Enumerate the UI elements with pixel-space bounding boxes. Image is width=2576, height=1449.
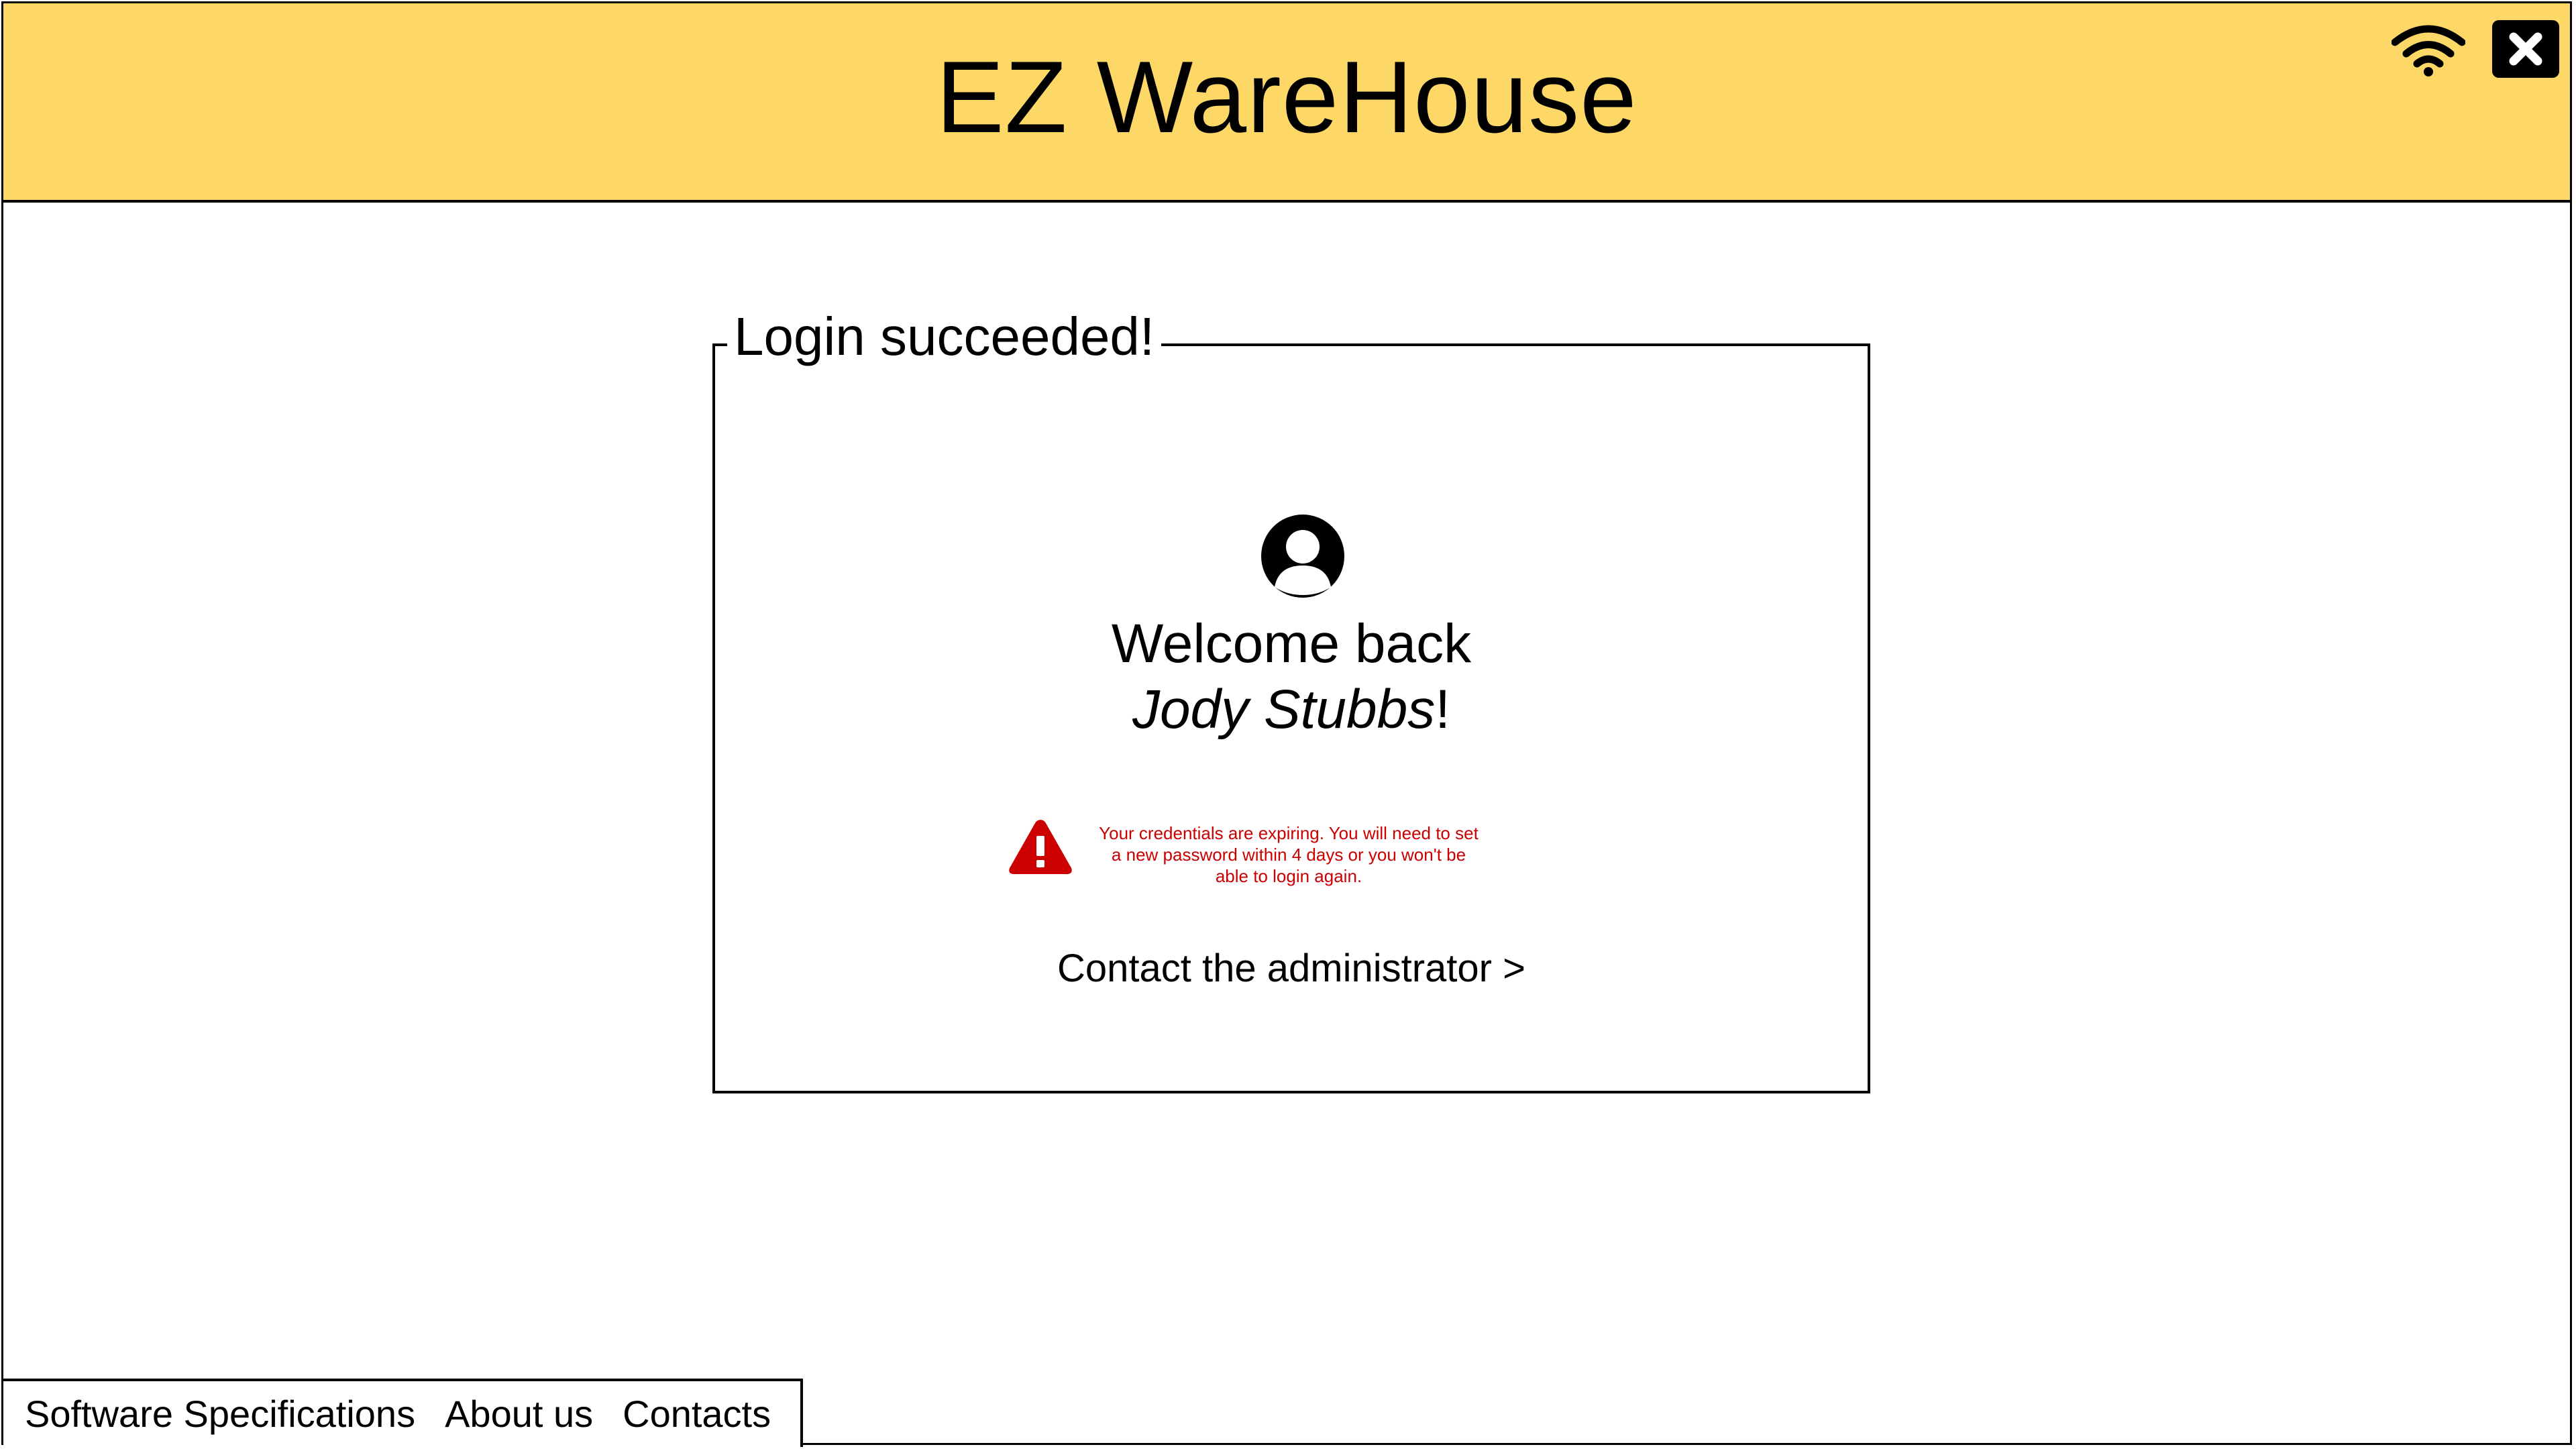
footer-link-contacts[interactable]: Contacts [623, 1392, 771, 1436]
footer-link-about-us[interactable]: About us [445, 1392, 593, 1436]
user-name: Jody Stubbs [1132, 679, 1436, 740]
close-icon [2509, 32, 2542, 66]
footer-nav: Software Specifications About us Contact… [3, 1379, 803, 1447]
user-avatar-icon [1261, 515, 1344, 598]
header-bar: EZ WareHouse [3, 3, 2570, 203]
wifi-icon [2392, 25, 2465, 76]
app-title: EZ WareHouse [936, 40, 1638, 154]
credentials-warning-text: Your credentials are expiring. You will … [1099, 823, 1479, 886]
warning-icon [1009, 820, 1072, 874]
app-window: EZ WareHouse Login succeeded! Welcome ba… [1, 1, 2572, 1447]
panel-title: Login succeeded! [727, 305, 1162, 369]
footer-link-software-specifications[interactable]: Software Specifications [25, 1392, 415, 1436]
welcome-suffix: ! [1435, 679, 1451, 740]
close-button[interactable] [2492, 20, 2559, 78]
contact-administrator-link[interactable]: Contact the administrator > [715, 945, 1868, 992]
login-result-panel: Login succeeded! Welcome back Jody Stubb… [712, 305, 1870, 1093]
welcome-text: Welcome back [1111, 613, 1472, 674]
welcome-user-line: Jody Stubbs! [715, 677, 1868, 743]
